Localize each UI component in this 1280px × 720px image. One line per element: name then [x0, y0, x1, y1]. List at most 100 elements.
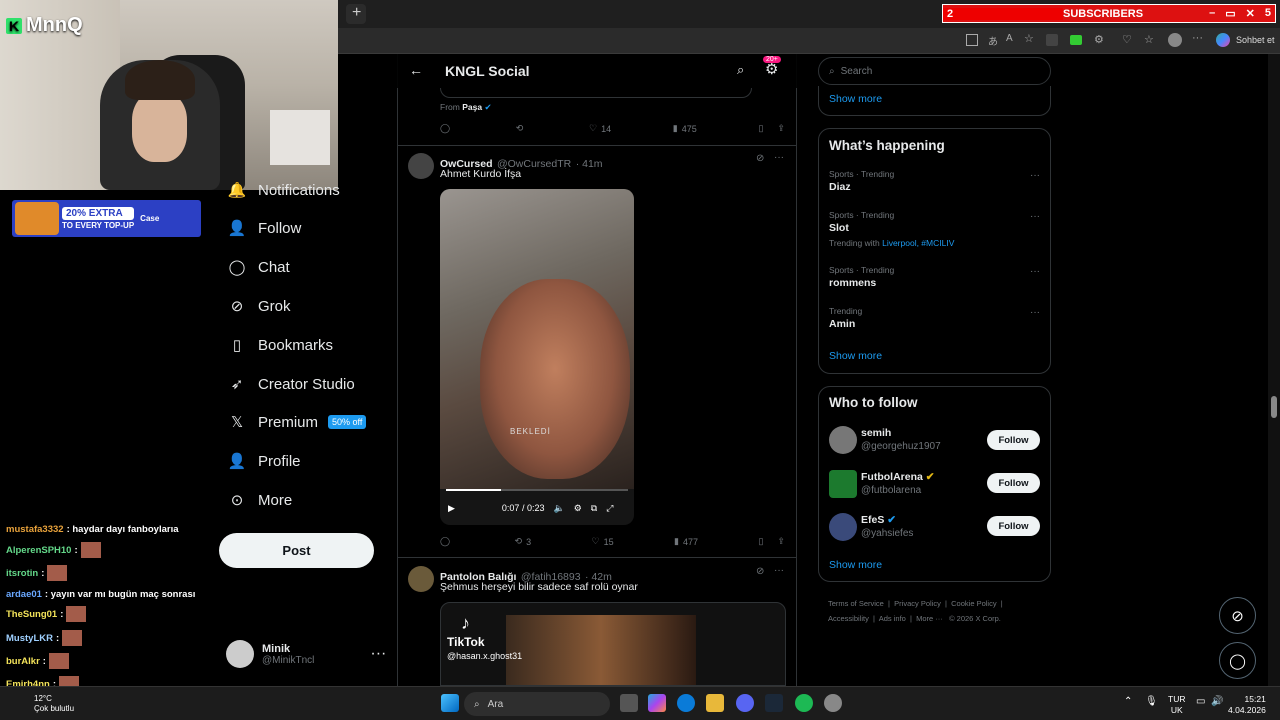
- tweet-time[interactable]: · 41m: [576, 158, 603, 170]
- more-dots-icon[interactable]: ···: [774, 152, 784, 163]
- follow-button[interactable]: Follow: [987, 473, 1040, 493]
- microphone-icon[interactable]: 🎙: [1145, 696, 1158, 707]
- avatar[interactable]: [829, 513, 857, 541]
- back-arrow-icon[interactable]: ←: [409, 62, 423, 78]
- discord-icon[interactable]: [736, 694, 754, 712]
- show-more-link[interactable]: Show more: [829, 93, 882, 105]
- footer-link[interactable]: Accessibility: [828, 614, 869, 623]
- more-dots-icon[interactable]: ···: [370, 645, 386, 663]
- nav-bookmarks[interactable]: ▯ Bookmarks: [228, 336, 333, 355]
- play-icon[interactable]: ▶: [448, 503, 455, 514]
- start-windows-icon[interactable]: [441, 694, 459, 712]
- account-switcher[interactable]: Minik @MinikTncl ···: [226, 640, 386, 668]
- grok-icon[interactable]: ⊘: [756, 566, 764, 577]
- weather-widget[interactable]: 12°C Çok bulutlu: [34, 694, 74, 714]
- avatar[interactable]: [408, 566, 434, 592]
- app-icon[interactable]: [824, 694, 842, 712]
- footer-link[interactable]: More ···: [916, 614, 943, 623]
- post-button[interactable]: Post: [219, 533, 374, 568]
- nav-more[interactable]: ⊙ More: [228, 491, 292, 510]
- follow-button[interactable]: Follow: [987, 516, 1040, 536]
- video-player[interactable]: BEKLEDİ ▶ 0:07 / 0:23 🔈 ⚙ ⧉ ⤢: [440, 189, 634, 525]
- edge-browser-icon[interactable]: [677, 694, 695, 712]
- more-menu-icon[interactable]: ···: [1192, 32, 1203, 44]
- follow-button[interactable]: Follow: [987, 430, 1040, 450]
- favorite-star-icon[interactable]: ☆: [1024, 32, 1034, 45]
- fullscreen-icon[interactable]: ⤢: [606, 503, 613, 514]
- performance-icon[interactable]: ♡: [1122, 33, 1132, 46]
- footer-link[interactable]: Privacy Policy: [894, 599, 941, 608]
- translate-icon[interactable]: あ: [988, 33, 998, 48]
- copilot-icon[interactable]: [1216, 33, 1230, 47]
- grok-icon[interactable]: ⊘: [756, 153, 764, 164]
- more-dots-icon[interactable]: ···: [1030, 211, 1040, 222]
- nav-chat[interactable]: ◯ Chat: [228, 258, 290, 277]
- repost-button[interactable]: ⟲ 3: [515, 536, 532, 547]
- suggested-user-name[interactable]: semih: [861, 427, 891, 439]
- more-dots-icon[interactable]: ···: [774, 565, 784, 576]
- grok-fab-button[interactable]: ⊘: [1219, 597, 1256, 634]
- copilot-icon[interactable]: [648, 694, 666, 712]
- volume-icon[interactable]: 🔊: [1211, 696, 1223, 707]
- views-button[interactable]: ▮ 477: [674, 536, 698, 547]
- trend-name[interactable]: Amin: [829, 318, 855, 330]
- file-explorer-icon[interactable]: [706, 694, 724, 712]
- bookmark-button[interactable]: ▯ ⇪: [758, 123, 785, 134]
- more-dots-icon[interactable]: ···: [1030, 170, 1040, 181]
- like-button[interactable]: ♡ 14: [589, 123, 611, 134]
- suggested-user[interactable]: FutbolArena ✔: [861, 471, 935, 483]
- avatar[interactable]: [829, 470, 857, 498]
- reply-button[interactable]: ◯: [440, 536, 454, 547]
- footer-link[interactable]: Ads info: [879, 614, 906, 623]
- from-name[interactable]: Paşa: [462, 102, 482, 112]
- footer-link[interactable]: Cookie Policy: [951, 599, 996, 608]
- language-indicator[interactable]: TUR UK: [1168, 694, 1185, 716]
- volume-icon[interactable]: 🔈: [553, 503, 564, 514]
- new-tab-button[interactable]: +: [352, 4, 361, 22]
- avatar[interactable]: [829, 426, 857, 454]
- nav-premium[interactable]: 𝕏 Premium 50% off: [228, 413, 367, 431]
- trend-name[interactable]: Slot: [829, 222, 849, 234]
- steam-icon[interactable]: [765, 694, 783, 712]
- nav-creator-studio[interactable]: ➶ Creator Studio: [228, 375, 355, 394]
- like-button[interactable]: ♡ 15: [592, 536, 614, 547]
- extension-green-icon[interactable]: [1070, 35, 1082, 45]
- network-icon[interactable]: ▭: [1196, 696, 1205, 707]
- nav-profile[interactable]: 👤 Profile: [228, 452, 301, 471]
- nav-follow[interactable]: 👤 Follow: [228, 219, 302, 238]
- trend-context-links[interactable]: Liverpool, #MCILIV: [882, 238, 954, 248]
- repost-button[interactable]: ⟲: [516, 123, 528, 134]
- settings-icon[interactable]: ⚙: [574, 503, 582, 514]
- puzzle-icon[interactable]: ⚙: [1094, 33, 1104, 46]
- bookmark-button[interactable]: ▯ ⇪: [758, 536, 785, 547]
- share-icon[interactable]: ⇪: [777, 536, 785, 547]
- share-icon[interactable]: ⇪: [777, 123, 785, 134]
- nav-notifications[interactable]: 🔔 Notifications: [228, 181, 340, 200]
- read-aloud-icon[interactable]: A: [1006, 33, 1013, 44]
- avatar[interactable]: [408, 153, 434, 179]
- messages-fab-button[interactable]: ◯: [1219, 642, 1256, 679]
- show-more-link[interactable]: Show more: [829, 350, 882, 362]
- copilot-label[interactable]: Sohbet et: [1236, 35, 1275, 45]
- apps-icon[interactable]: [966, 34, 978, 46]
- trend-name[interactable]: Diaz: [829, 181, 851, 193]
- taskbar-search[interactable]: ⌕ Ara: [464, 692, 610, 716]
- taskbar-clock[interactable]: 15:21 4.04.2026: [1228, 694, 1266, 716]
- nav-grok[interactable]: ⊘ Grok: [228, 297, 291, 316]
- search-icon[interactable]: ⌕: [737, 62, 744, 78]
- more-dots-icon[interactable]: ···: [1030, 266, 1040, 277]
- profile-avatar-icon[interactable]: [1168, 33, 1182, 47]
- pip-icon[interactable]: ⧉: [591, 503, 597, 514]
- search-input[interactable]: ⌕ Search: [818, 57, 1051, 85]
- favorites-icon[interactable]: ☆: [1144, 33, 1154, 46]
- footer-link[interactable]: Terms of Service: [828, 599, 884, 608]
- scrollbar[interactable]: [1268, 54, 1280, 686]
- suggested-user[interactable]: EfeS ✔: [861, 514, 896, 526]
- scrollbar-thumb[interactable]: [1271, 396, 1277, 418]
- trend-name[interactable]: rommens: [829, 277, 876, 289]
- more-dots-icon[interactable]: ···: [1030, 307, 1040, 318]
- spotify-icon[interactable]: [795, 694, 813, 712]
- views-button[interactable]: ▮ 475: [673, 123, 697, 134]
- tweet-media[interactable]: ♪ TikTok @hasan.x.ghost31: [440, 602, 786, 686]
- tray-chevron-icon[interactable]: ⌃: [1124, 696, 1132, 707]
